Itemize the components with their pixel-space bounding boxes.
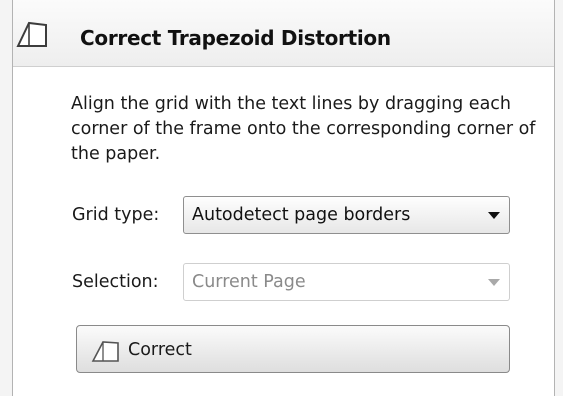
panel-header: Correct Trapezoid Distortion bbox=[13, 0, 554, 67]
correct-button[interactable]: Correct bbox=[76, 325, 510, 373]
grid-type-label: Grid type: bbox=[72, 205, 160, 225]
trapezoid-icon bbox=[91, 339, 121, 363]
selection-dropdown[interactable]: Current Page bbox=[183, 263, 510, 301]
chevron-down-icon bbox=[488, 212, 500, 219]
chevron-down-icon bbox=[488, 279, 500, 286]
instructions-text: Align the grid with the text lines by dr… bbox=[71, 94, 536, 164]
trapezoid-icon bbox=[15, 20, 49, 48]
selection-label: Selection: bbox=[72, 272, 159, 292]
trapezoid-correction-panel: Correct Trapezoid Distortion Align the g… bbox=[13, 0, 554, 396]
left-pane-border bbox=[0, 0, 13, 396]
panel-title: Correct Trapezoid Distortion bbox=[80, 26, 391, 50]
scrollbar-edge[interactable] bbox=[554, 0, 563, 396]
grid-type-value: Autodetect page borders bbox=[192, 205, 411, 225]
grid-type-dropdown[interactable]: Autodetect page borders bbox=[183, 196, 510, 234]
selection-value: Current Page bbox=[192, 272, 306, 292]
correct-button-label: Correct bbox=[128, 340, 192, 360]
